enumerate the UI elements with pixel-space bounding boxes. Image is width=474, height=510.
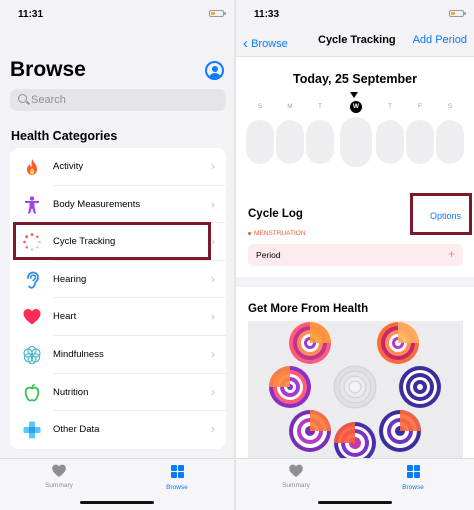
date-title: Today, 25 September: [293, 72, 417, 86]
category-body-measurements[interactable]: Body Measurements ›: [10, 186, 226, 224]
search-icon: [18, 94, 27, 103]
category-label: Other Data: [53, 424, 100, 436]
get-more-card: Get More From Health: [236, 287, 474, 459]
tab-browse[interactable]: Browse: [152, 463, 202, 491]
back-label: Browse: [251, 38, 288, 50]
cycle-tracking-screen: 11:33 ‹ Browse Cycle Tracking Add Period…: [236, 0, 474, 510]
tab-bar: Summary Browse: [0, 458, 234, 510]
day-cell[interactable]: [276, 120, 304, 164]
category-label: Body Measurements: [53, 198, 141, 210]
day-label: T: [318, 103, 322, 110]
category-nutrition[interactable]: Nutrition ›: [10, 374, 226, 412]
nav-title: Cycle Tracking: [318, 34, 396, 46]
page-title: Browse: [10, 58, 86, 81]
day-cell-selected[interactable]: [340, 117, 372, 167]
back-button[interactable]: ‹ Browse: [243, 34, 288, 52]
tab-summary[interactable]: Summary: [271, 463, 321, 489]
status-bar: 11:33: [236, 0, 474, 24]
grid-icon: [170, 465, 184, 478]
plus-cross-icon: [23, 421, 41, 439]
chevron-right-icon: ›: [211, 196, 215, 211]
plus-icon[interactable]: +: [448, 247, 455, 261]
chevron-right-icon: ›: [211, 234, 215, 249]
profile-icon[interactable]: [205, 61, 224, 80]
status-time: 11:31: [18, 9, 44, 20]
battery-icon: [449, 10, 466, 17]
menstruation-label: MENSTRUATION: [248, 230, 306, 237]
grid-icon: [406, 465, 420, 478]
flower-icon: [23, 345, 41, 365]
day-cell[interactable]: [376, 120, 404, 164]
period-row[interactable]: Period +: [248, 244, 463, 266]
chevron-right-icon: ›: [211, 422, 215, 437]
health-rings-illustration[interactable]: [248, 321, 463, 459]
category-activity[interactable]: Activity ›: [10, 148, 226, 186]
day-label: S: [257, 103, 263, 110]
home-indicator[interactable]: [80, 501, 154, 504]
period-label: Period: [256, 250, 281, 260]
tab-bar: Summary Browse: [236, 458, 474, 510]
add-period-button[interactable]: Add Period: [413, 34, 467, 46]
heart-icon: [289, 464, 303, 477]
tab-label: Browse: [402, 484, 424, 491]
nav-bar: ‹ Browse Cycle Tracking Add Period: [236, 30, 474, 54]
get-more-title: Get More From Health: [248, 303, 369, 315]
day-label: F: [418, 103, 422, 110]
category-other-data[interactable]: Other Data ›: [10, 411, 226, 449]
highlight-box-cycle-tracking: [13, 222, 211, 260]
day-label: T: [388, 103, 392, 110]
person-icon: [25, 195, 39, 214]
category-label: Activity: [53, 161, 84, 172]
battery-icon: [209, 10, 226, 17]
day-cell[interactable]: [246, 120, 274, 164]
tab-summary[interactable]: Summary: [34, 463, 84, 489]
day-cell[interactable]: [406, 120, 434, 164]
ear-icon: [27, 271, 39, 289]
home-indicator[interactable]: [318, 501, 392, 504]
search-input[interactable]: Search: [10, 89, 226, 111]
day-label-selected: W: [350, 101, 362, 113]
category-mindfulness[interactable]: Mindfulness ›: [10, 336, 226, 374]
chevron-right-icon: ›: [211, 271, 215, 286]
tab-browse[interactable]: Browse: [388, 463, 438, 491]
chevron-right-icon: ›: [211, 384, 215, 399]
status-bar: 11:31: [0, 0, 234, 24]
browse-screen: 11:31 Browse Search Health Categories Ac…: [0, 0, 234, 510]
tab-label: Browse: [166, 484, 188, 491]
chevron-right-icon: ›: [211, 159, 215, 173]
day-cell[interactable]: [306, 120, 334, 164]
category-label: Mindfulness: [53, 348, 104, 360]
category-label: Hearing: [53, 273, 87, 285]
tab-label: Summary: [45, 482, 73, 489]
apple-icon: [24, 383, 40, 401]
status-time: 11:33: [254, 9, 280, 20]
category-label: Nutrition: [53, 386, 89, 398]
day-cell[interactable]: [436, 120, 464, 164]
day-label: M: [287, 103, 293, 110]
chevron-left-icon: ‹: [243, 35, 248, 52]
highlight-box-options: [410, 193, 472, 235]
heart-icon: [23, 309, 41, 325]
tab-label: Summary: [282, 482, 310, 489]
category-heart[interactable]: Heart ›: [10, 298, 226, 336]
cycle-calendar: Today, 25 September S M T W T F S: [236, 56, 474, 193]
category-hearing[interactable]: Hearing ›: [10, 261, 226, 299]
today-marker-icon: [350, 92, 358, 98]
chevron-right-icon: ›: [211, 309, 215, 324]
rings-illustration-icon: [269, 322, 441, 459]
search-placeholder: Search: [31, 94, 66, 106]
flame-icon: [27, 159, 37, 175]
category-list: Activity › Body Measurements › Cycle Tra…: [10, 148, 226, 449]
day-label: S: [447, 103, 453, 110]
section-title: Health Categories: [11, 129, 118, 143]
cycle-log-title: Cycle Log: [248, 208, 303, 220]
category-label: Heart: [53, 311, 77, 323]
heart-icon: [52, 464, 66, 477]
chevron-right-icon: ›: [211, 346, 215, 361]
